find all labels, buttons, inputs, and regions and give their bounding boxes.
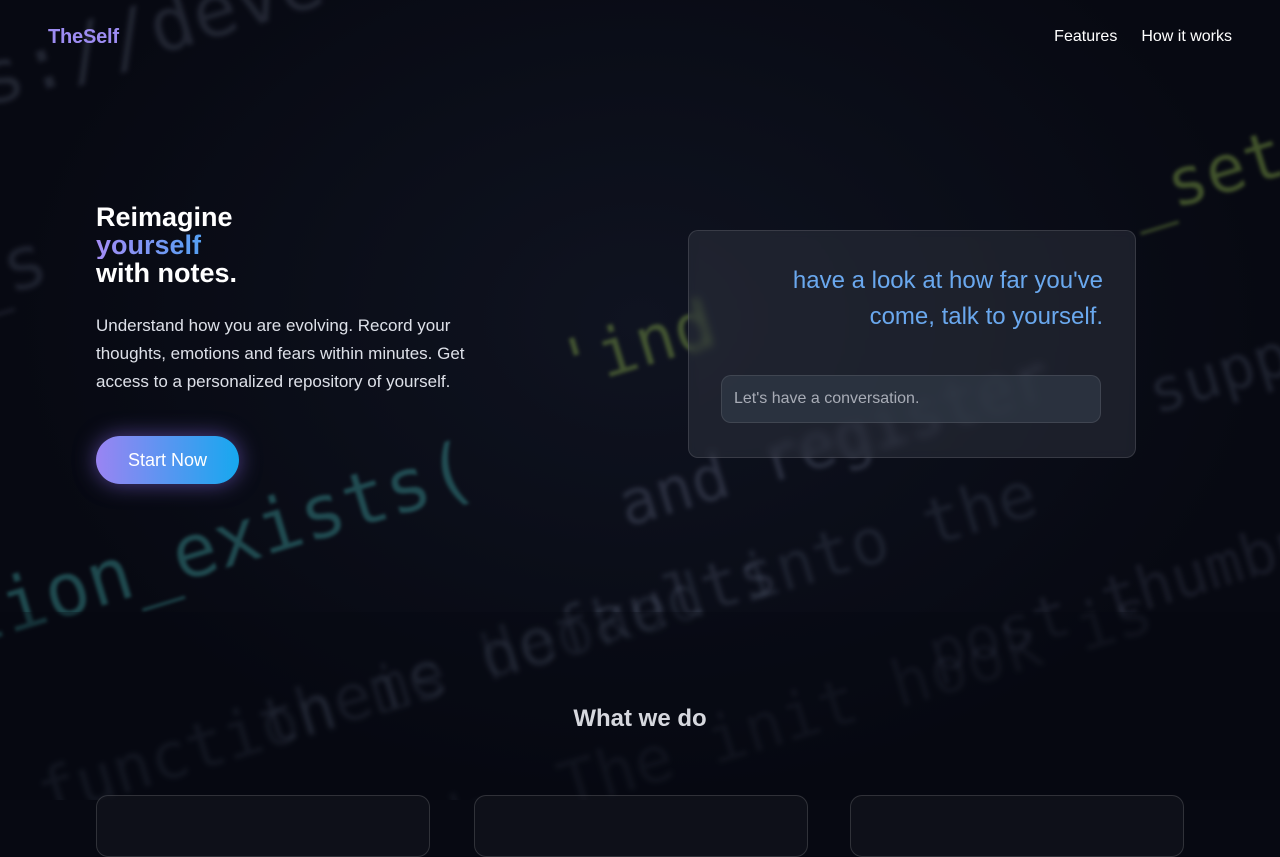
hero-title-line3: with notes. bbox=[96, 258, 237, 288]
nav-link-features[interactable]: Features bbox=[1054, 28, 1117, 46]
nav-links: Features How it works bbox=[1054, 28, 1232, 46]
conversation-input[interactable] bbox=[721, 375, 1101, 423]
feature-card bbox=[96, 795, 430, 857]
hero-title: Reimagine yourself with notes. bbox=[96, 203, 237, 287]
feature-card bbox=[850, 795, 1184, 857]
logo[interactable]: TheSelf bbox=[48, 26, 119, 49]
start-now-button[interactable]: Start Now bbox=[96, 436, 239, 484]
top-nav: TheSelf Features How it works bbox=[0, 0, 1280, 76]
hero-description: Understand how you are evolving. Record … bbox=[96, 316, 465, 391]
nav-link-how-it-works[interactable]: How it works bbox=[1141, 28, 1232, 46]
chat-card-text: have a look at how far you've come, talk… bbox=[792, 267, 1103, 330]
hero-title-highlight: yourself bbox=[96, 231, 237, 259]
hero-title-line1: Reimagine bbox=[96, 202, 233, 232]
chat-card: have a look at how far you've come, talk… bbox=[688, 230, 1136, 458]
feature-card bbox=[474, 795, 808, 857]
section-title-what-we-do: What we do bbox=[573, 705, 707, 732]
